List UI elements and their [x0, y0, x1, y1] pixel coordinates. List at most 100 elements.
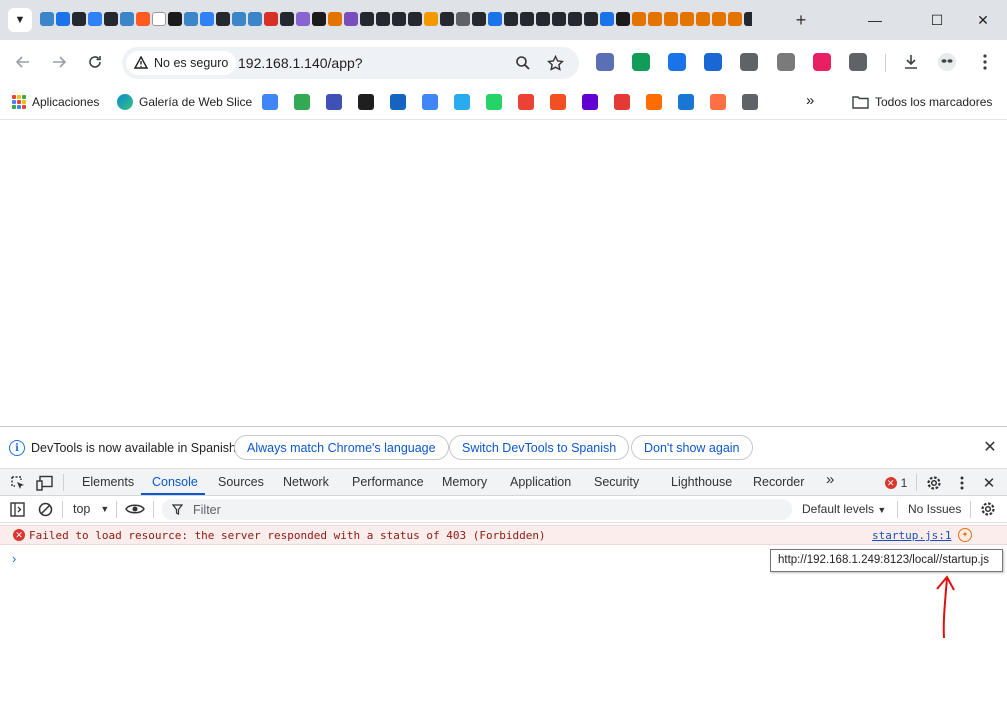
kebab-menu-icon[interactable] — [952, 473, 972, 493]
bookmark-favicon-item[interactable] — [710, 93, 726, 111]
inspect-element-icon[interactable] — [8, 473, 28, 493]
device-toolbar-icon[interactable] — [35, 473, 55, 493]
tab-favicon-icon[interactable] — [280, 12, 294, 26]
tab-favicon-icon[interactable] — [696, 12, 710, 26]
bookmark-favicon-item[interactable] — [550, 93, 566, 111]
tab-favicon-icon[interactable] — [152, 12, 166, 26]
extension-icon[interactable] — [704, 53, 722, 71]
filter-input[interactable]: Filter — [162, 499, 792, 520]
tab-favicon-icon[interactable] — [88, 12, 102, 26]
error-source-link[interactable]: startup.js:1 — [872, 529, 951, 542]
tab-recorder[interactable]: Recorder — [753, 475, 804, 489]
tab-favicon-icon[interactable] — [184, 12, 198, 26]
match-language-button[interactable]: Always match Chrome's language — [234, 435, 449, 460]
tab-favicon-icon[interactable] — [136, 12, 150, 26]
tab-favicon-icon[interactable] — [168, 12, 182, 26]
tab-search-button[interactable]: ▼ — [8, 8, 32, 32]
tab-favicon-icon[interactable] — [664, 12, 678, 26]
profile-avatar[interactable] — [935, 50, 959, 74]
grammarly-extension-icon[interactable] — [632, 53, 650, 71]
tab-lighthouse[interactable]: Lighthouse — [671, 475, 732, 489]
extensions-puzzle-icon[interactable] — [849, 53, 867, 71]
security-chip[interactable]: No es seguro — [126, 51, 237, 75]
tab-memory[interactable]: Memory — [442, 475, 487, 489]
tab-favicon-icon[interactable] — [504, 12, 518, 26]
maximize-button[interactable]: ☐ — [923, 6, 951, 34]
tab-favicon-icon[interactable] — [40, 12, 54, 26]
ai-insight-icon[interactable]: ✦ — [958, 528, 972, 542]
bookmark-favicon-item[interactable] — [422, 93, 438, 111]
tab-favicon-icon[interactable] — [328, 12, 342, 26]
bookmark-favicon-item[interactable] — [294, 93, 310, 111]
tab-favicon-icon[interactable] — [104, 12, 118, 26]
bookmark-favicon-item[interactable] — [454, 93, 470, 111]
address-bar[interactable]: No es seguro 192.168.1.140/app? — [122, 47, 579, 79]
context-selector[interactable]: top ▼ — [73, 502, 109, 516]
minimize-button[interactable]: — — [861, 6, 889, 34]
tab-favicon-icon[interactable] — [344, 12, 358, 26]
extension-icon[interactable] — [596, 53, 614, 71]
tab-console[interactable]: Console — [152, 475, 198, 489]
switch-language-button[interactable]: Switch DevTools to Spanish — [449, 435, 630, 460]
tab-sources[interactable]: Sources — [218, 475, 264, 489]
tab-favicon-icon[interactable] — [568, 12, 582, 26]
extension-icon[interactable] — [813, 53, 831, 71]
zoom-icon[interactable] — [513, 53, 533, 73]
dont-show-again-button[interactable]: Don't show again — [631, 435, 753, 460]
tab-favicon-icon[interactable] — [312, 12, 326, 26]
settings-gear-icon[interactable] — [924, 473, 944, 493]
bookmark-favicon-item[interactable] — [614, 93, 630, 111]
live-expression-eye-icon[interactable] — [125, 499, 145, 519]
tab-favicon-icon[interactable] — [264, 12, 278, 26]
tab-favicon-icon[interactable] — [584, 12, 598, 26]
clear-console-icon[interactable] — [35, 499, 55, 519]
tab-favicon-icon[interactable] — [392, 12, 406, 26]
bookmark-webslice[interactable]: Galería de Web Slice — [117, 93, 252, 111]
tab-favicon-icon[interactable] — [728, 12, 742, 26]
log-levels-dropdown[interactable]: Default levels ▼ — [802, 502, 886, 516]
bookmark-favicon-item[interactable] — [518, 93, 534, 111]
bookmark-favicon-item[interactable] — [326, 93, 342, 111]
tab-favicon-icon[interactable] — [632, 12, 646, 26]
tab-favicon-icon[interactable] — [520, 12, 534, 26]
console-prompt[interactable]: › — [12, 551, 16, 566]
tab-network[interactable]: Network — [283, 475, 329, 489]
console-settings-gear-icon[interactable] — [978, 499, 998, 519]
tab-favicon-icon[interactable] — [360, 12, 374, 26]
bookmark-star-icon[interactable] — [545, 53, 565, 73]
downloads-button[interactable] — [899, 50, 923, 74]
issues-counter[interactable]: No Issues — [908, 502, 961, 516]
close-window-button[interactable]: ✕ — [969, 6, 997, 34]
tab-favicon-icon[interactable] — [488, 12, 502, 26]
bookmark-favicon-item[interactable] — [262, 93, 278, 111]
tab-favicon-icon[interactable] — [232, 12, 246, 26]
tab-favicon-icon[interactable] — [616, 12, 630, 26]
bookmark-favicon-item[interactable] — [582, 93, 598, 111]
bookmark-favicon-item[interactable] — [742, 93, 758, 111]
tab-elements[interactable]: Elements — [82, 475, 134, 489]
bookmarks-overflow-button[interactable]: » — [806, 91, 814, 109]
bookmark-apps[interactable]: Aplicaciones — [12, 93, 99, 111]
extension-icon[interactable] — [777, 53, 795, 71]
bookmark-favicon-item[interactable] — [358, 93, 374, 111]
tab-favicon-icon[interactable] — [648, 12, 662, 26]
tab-favicon-icon[interactable] — [472, 12, 486, 26]
tab-favicon-icon[interactable] — [120, 12, 134, 26]
tab-favicon-icon[interactable] — [680, 12, 694, 26]
tab-favicon-icon[interactable] — [456, 12, 470, 26]
tab-favicon-icon[interactable] — [424, 12, 438, 26]
tab-favicon-icon[interactable] — [216, 12, 230, 26]
forward-button[interactable] — [47, 50, 71, 74]
tab-favicon-icon[interactable] — [56, 12, 70, 26]
back-button[interactable] — [11, 50, 35, 74]
tab-performance[interactable]: Performance — [352, 475, 424, 489]
tab-favicon-icon[interactable] — [296, 12, 310, 26]
tab-favicon-icon[interactable] — [200, 12, 214, 26]
sidebar-toggle-icon[interactable] — [7, 499, 27, 519]
tab-favicon-icon[interactable] — [552, 12, 566, 26]
all-bookmarks-folder[interactable]: Todos los marcadores — [852, 93, 992, 111]
tab-security[interactable]: Security — [594, 475, 639, 489]
menu-button[interactable] — [973, 50, 997, 74]
tab-favicon-icon[interactable] — [440, 12, 454, 26]
extension-icon[interactable] — [740, 53, 758, 71]
